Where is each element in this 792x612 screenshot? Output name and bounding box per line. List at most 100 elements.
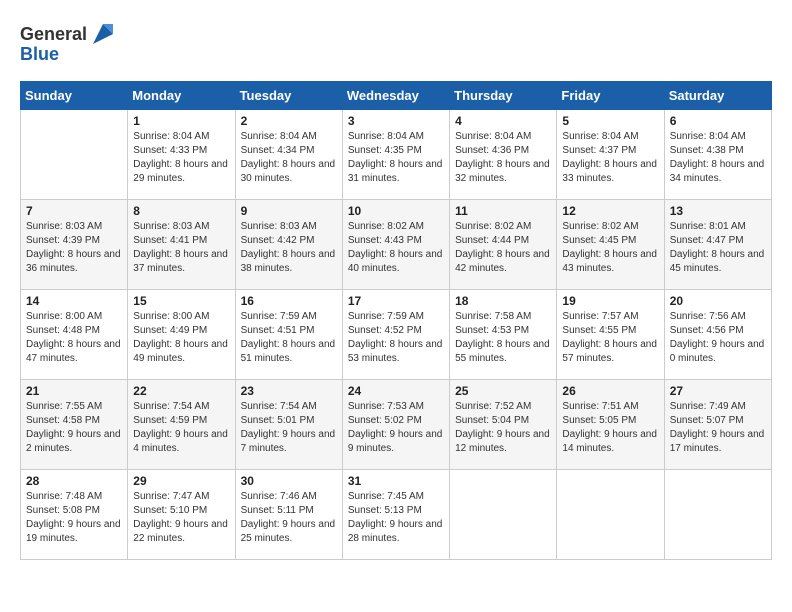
calendar-header-row: SundayMondayTuesdayWednesdayThursdayFrid… xyxy=(21,82,772,110)
calendar-cell: 31 Sunrise: 7:45 AMSunset: 5:13 PMDayligh… xyxy=(342,470,449,560)
calendar-header-friday: Friday xyxy=(557,82,664,110)
calendar-cell xyxy=(21,110,128,200)
sunrise-text: Sunrise: 7:49 AM xyxy=(670,400,766,414)
sunset-text: Sunset: 4:49 PM xyxy=(133,324,229,338)
day-number: 4 xyxy=(455,114,551,128)
daylight-text: Daylight: 9 hours and 0 minutes. xyxy=(670,338,766,366)
calendar-cell: 12 Sunrise: 8:02 AMSunset: 4:45 PMDayligh… xyxy=(557,200,664,290)
sunrise-text: Sunrise: 7:54 AM xyxy=(241,400,337,414)
sunrise-text: Sunrise: 8:02 AM xyxy=(348,220,444,234)
sunrise-text: Sunrise: 8:04 AM xyxy=(348,130,444,144)
sunset-text: Sunset: 4:45 PM xyxy=(562,234,658,248)
calendar-week-row: 14Sunrise: 8:00 AMSunset: 4:48 PMDayligh… xyxy=(21,290,772,380)
daylight-text: Daylight: 8 hours and 37 minutes. xyxy=(133,248,229,276)
sunset-text: Sunset: 4:42 PM xyxy=(241,234,337,248)
calendar-cell: 5Sunrise: 8:04 AMSunset: 4:37 PMDaylight… xyxy=(557,110,664,200)
calendar-cell: 2Sunrise: 8:04 AMSunset: 4:34 PMDaylight… xyxy=(235,110,342,200)
daylight-text: Daylight: 8 hours and 30 minutes. xyxy=(241,158,337,186)
sunset-text: Sunset: 5:07 PM xyxy=(670,414,766,428)
calendar-cell: 9 Sunrise: 8:03 AMSunset: 4:42 PMDaylight… xyxy=(235,200,342,290)
day-info: Sunrise: 7:52 AMSunset: 5:04 PMDaylight:… xyxy=(455,400,551,456)
sunrise-text: Sunrise: 8:04 AM xyxy=(133,130,229,144)
day-number: 9 xyxy=(241,204,337,218)
calendar-cell: 21Sunrise: 7:55 AMSunset: 4:58 PMDayligh… xyxy=(21,380,128,470)
sunrise-text: Sunrise: 8:04 AM xyxy=(241,130,337,144)
sunset-text: Sunset: 4:56 PM xyxy=(670,324,766,338)
daylight-text: Daylight: 8 hours and 43 minutes. xyxy=(562,248,658,276)
calendar-cell xyxy=(664,470,771,560)
day-number: 11 xyxy=(455,204,551,218)
sunset-text: Sunset: 5:05 PM xyxy=(562,414,658,428)
daylight-text: Daylight: 9 hours and 17 minutes. xyxy=(670,428,766,456)
logo-general-text: General xyxy=(20,24,87,45)
day-number: 16 xyxy=(241,294,337,308)
daylight-text: Daylight: 9 hours and 19 minutes. xyxy=(26,518,122,546)
day-info: Sunrise: 8:02 AMSunset: 4:43 PMDaylight:… xyxy=(348,220,444,276)
calendar-cell: 16Sunrise: 7:59 AMSunset: 4:51 PMDayligh… xyxy=(235,290,342,380)
sunset-text: Sunset: 5:08 PM xyxy=(26,504,122,518)
daylight-text: Daylight: 9 hours and 2 minutes. xyxy=(26,428,122,456)
day-number: 31 xyxy=(348,474,444,488)
sunset-text: Sunset: 4:36 PM xyxy=(455,144,551,158)
day-info: Sunrise: 8:04 AMSunset: 4:35 PMDaylight:… xyxy=(348,130,444,186)
calendar-cell: 6Sunrise: 8:04 AMSunset: 4:38 PMDaylight… xyxy=(664,110,771,200)
day-info: Sunrise: 8:04 AMSunset: 4:38 PMDaylight:… xyxy=(670,130,766,186)
daylight-text: Daylight: 8 hours and 38 minutes. xyxy=(241,248,337,276)
day-info: Sunrise: 8:03 AMSunset: 4:42 PMDaylight:… xyxy=(241,220,337,276)
sunrise-text: Sunrise: 8:02 AM xyxy=(455,220,551,234)
sunset-text: Sunset: 4:39 PM xyxy=(26,234,122,248)
day-info: Sunrise: 7:53 AMSunset: 5:02 PMDaylight:… xyxy=(348,400,444,456)
daylight-text: Daylight: 8 hours and 34 minutes. xyxy=(670,158,766,186)
sunset-text: Sunset: 4:35 PM xyxy=(348,144,444,158)
day-number: 25 xyxy=(455,384,551,398)
sunset-text: Sunset: 5:01 PM xyxy=(241,414,337,428)
day-number: 29 xyxy=(133,474,229,488)
calendar-cell xyxy=(450,470,557,560)
sunset-text: Sunset: 4:51 PM xyxy=(241,324,337,338)
daylight-text: Daylight: 8 hours and 47 minutes. xyxy=(26,338,122,366)
daylight-text: Daylight: 9 hours and 12 minutes. xyxy=(455,428,551,456)
page-header: General Blue xyxy=(20,20,772,65)
day-number: 8 xyxy=(133,204,229,218)
day-info: Sunrise: 7:58 AMSunset: 4:53 PMDaylight:… xyxy=(455,310,551,366)
day-info: Sunrise: 7:59 AMSunset: 4:52 PMDaylight:… xyxy=(348,310,444,366)
day-info: Sunrise: 7:45 AMSunset: 5:13 PMDaylight:… xyxy=(348,490,444,546)
day-info: Sunrise: 8:04 AMSunset: 4:36 PMDaylight:… xyxy=(455,130,551,186)
sunrise-text: Sunrise: 8:03 AM xyxy=(241,220,337,234)
day-info: Sunrise: 8:02 AMSunset: 4:45 PMDaylight:… xyxy=(562,220,658,276)
calendar-cell: 29 Sunrise: 7:47 AMSunset: 5:10 PMDayligh… xyxy=(128,470,235,560)
calendar-cell xyxy=(557,470,664,560)
calendar-header-thursday: Thursday xyxy=(450,82,557,110)
calendar-cell: 18 Sunrise: 7:58 AMSunset: 4:53 PMDayligh… xyxy=(450,290,557,380)
sunset-text: Sunset: 5:04 PM xyxy=(455,414,551,428)
day-number: 27 xyxy=(670,384,766,398)
calendar-body: 1Sunrise: 8:04 AMSunset: 4:33 PMDaylight… xyxy=(21,110,772,560)
day-number: 20 xyxy=(670,294,766,308)
day-number: 5 xyxy=(562,114,658,128)
daylight-text: Daylight: 8 hours and 55 minutes. xyxy=(455,338,551,366)
sunset-text: Sunset: 4:58 PM xyxy=(26,414,122,428)
daylight-text: Daylight: 8 hours and 36 minutes. xyxy=(26,248,122,276)
sunset-text: Sunset: 4:33 PM xyxy=(133,144,229,158)
day-info: Sunrise: 7:48 AMSunset: 5:08 PMDaylight:… xyxy=(26,490,122,546)
day-info: Sunrise: 8:03 AMSunset: 4:39 PMDaylight:… xyxy=(26,220,122,276)
calendar-week-row: 28Sunrise: 7:48 AMSunset: 5:08 PMDayligh… xyxy=(21,470,772,560)
sunrise-text: Sunrise: 7:55 AM xyxy=(26,400,122,414)
calendar-cell: 1Sunrise: 8:04 AMSunset: 4:33 PMDaylight… xyxy=(128,110,235,200)
daylight-text: Daylight: 8 hours and 31 minutes. xyxy=(348,158,444,186)
calendar-cell: 23Sunrise: 7:54 AMSunset: 5:01 PMDayligh… xyxy=(235,380,342,470)
day-number: 13 xyxy=(670,204,766,218)
sunrise-text: Sunrise: 8:02 AM xyxy=(562,220,658,234)
daylight-text: Daylight: 8 hours and 42 minutes. xyxy=(455,248,551,276)
calendar-cell: 19Sunrise: 7:57 AMSunset: 4:55 PMDayligh… xyxy=(557,290,664,380)
day-number: 14 xyxy=(26,294,122,308)
day-number: 12 xyxy=(562,204,658,218)
day-info: Sunrise: 7:47 AMSunset: 5:10 PMDaylight:… xyxy=(133,490,229,546)
sunrise-text: Sunrise: 7:53 AM xyxy=(348,400,444,414)
day-number: 18 xyxy=(455,294,551,308)
calendar-cell: 22Sunrise: 7:54 AMSunset: 4:59 PMDayligh… xyxy=(128,380,235,470)
daylight-text: Daylight: 9 hours and 25 minutes. xyxy=(241,518,337,546)
calendar-cell: 17Sunrise: 7:59 AMSunset: 4:52 PMDayligh… xyxy=(342,290,449,380)
day-number: 15 xyxy=(133,294,229,308)
day-number: 19 xyxy=(562,294,658,308)
